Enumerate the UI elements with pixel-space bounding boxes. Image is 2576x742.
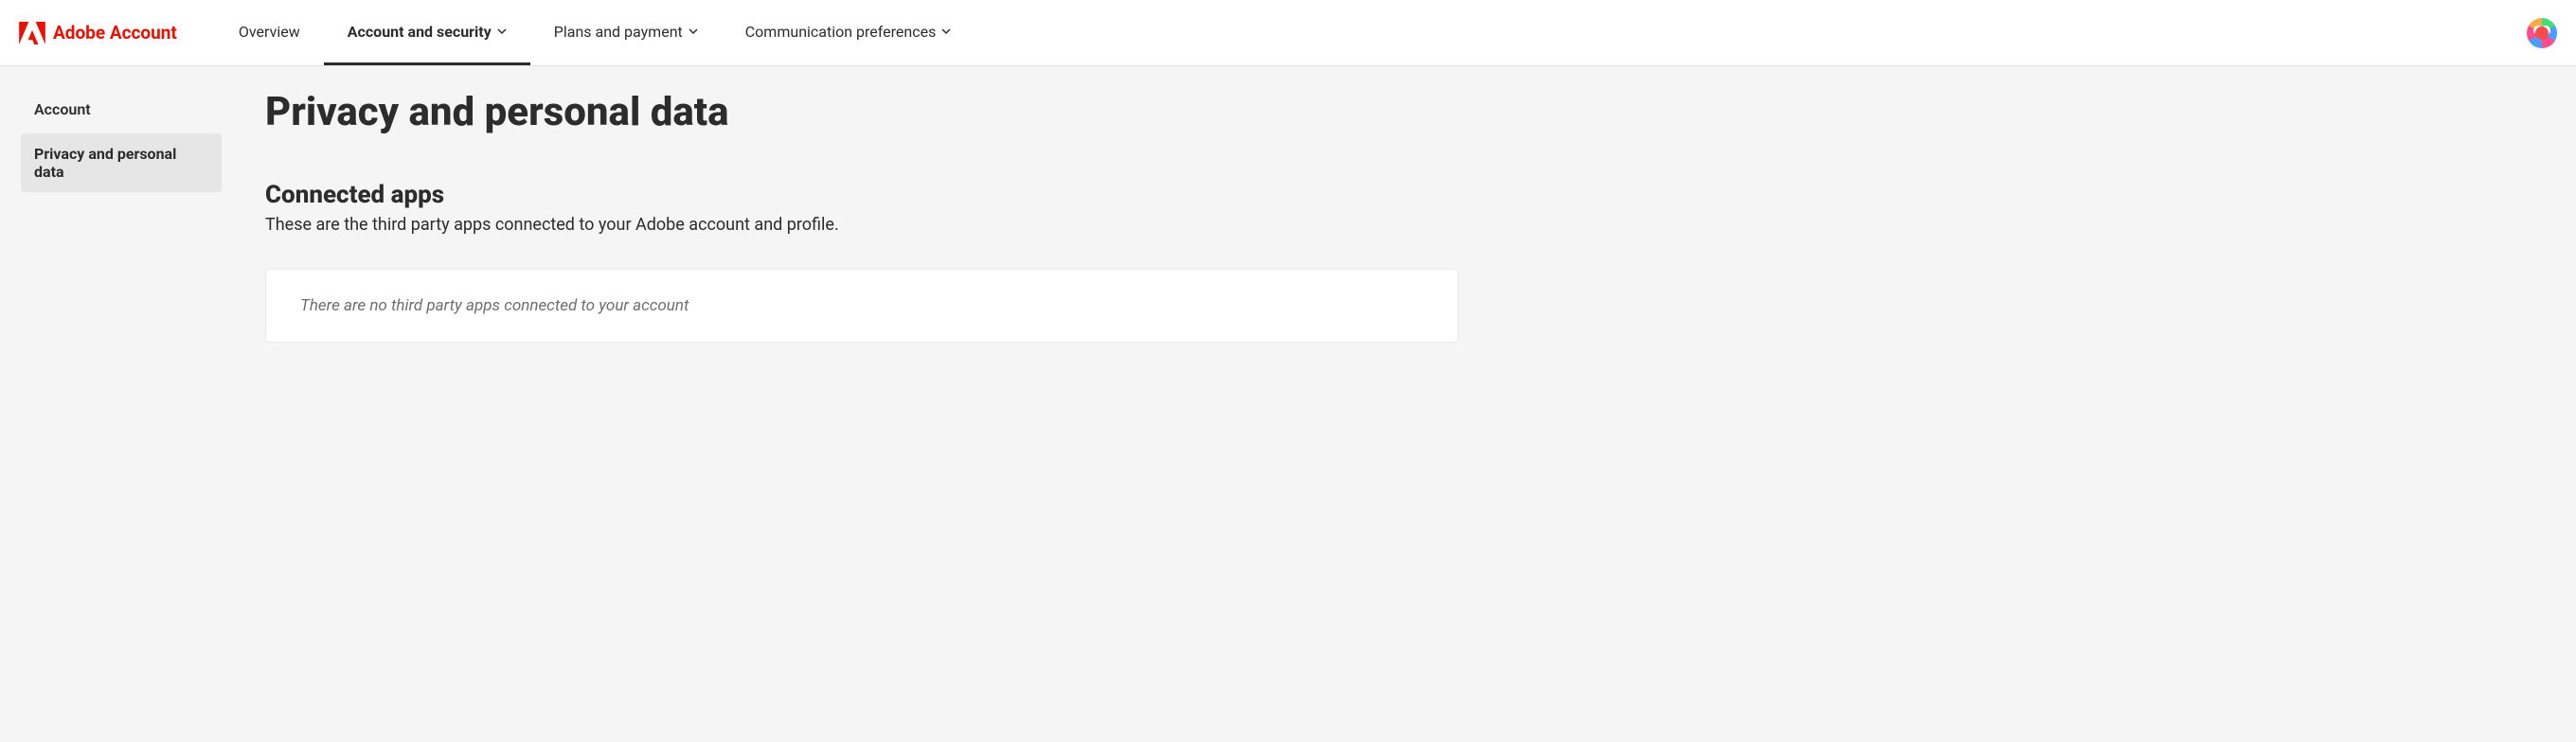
adobe-logo-icon [19,22,45,44]
sidebar-item-account[interactable]: Account [21,89,222,130]
sidebar: Account Privacy and personal data [0,66,237,343]
sidebar-item-label: Privacy and personal data [34,145,176,181]
section-title: Connected apps [265,181,2548,209]
nav-label: Account and security [348,23,492,41]
section-description: These are the third party apps connected… [265,215,2548,235]
logo-link[interactable]: Adobe Account [19,22,177,44]
nav-communication-preferences[interactable]: Communication preferences [722,0,975,65]
avatar[interactable] [2527,18,2557,48]
nav-plans-payment[interactable]: Plans and payment [530,0,722,65]
header: Adobe Account Overview Account and secur… [0,0,2576,66]
page-title: Privacy and personal data [265,89,2548,135]
nav-overview[interactable]: Overview [215,0,324,65]
nav-account-security[interactable]: Account and security [324,0,530,65]
chevron-down-icon [689,26,698,36]
layout: Account Privacy and personal data Privac… [0,66,2576,343]
main-nav: Overview Account and security Plans and … [215,0,975,65]
connected-apps-card: There are no third party apps connected … [265,269,1458,343]
main-content: Privacy and personal data Connected apps… [237,66,2576,343]
sidebar-item-label: Account [34,100,91,118]
sidebar-item-privacy[interactable]: Privacy and personal data [21,133,222,192]
chevron-down-icon [497,26,507,36]
nav-label: Overview [239,23,300,41]
empty-state-text: There are no third party apps connected … [300,296,689,315]
logo-text: Adobe Account [53,22,177,44]
chevron-down-icon [941,26,951,36]
nav-label: Plans and payment [554,23,683,41]
nav-label: Communication preferences [745,23,937,41]
